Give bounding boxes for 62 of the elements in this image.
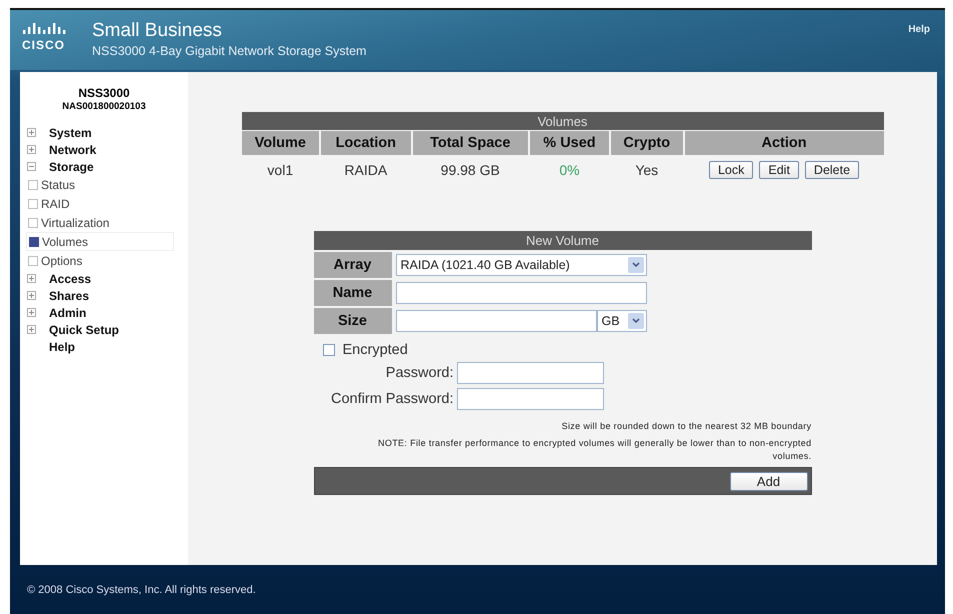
field-label: Confirm Password: xyxy=(330,391,454,407)
note-text: NOTE: File transfer performance to encrypted volumes will generally be lower than to non-encrypted volumes. xyxy=(377,437,812,463)
chevron-down-icon xyxy=(628,256,644,272)
nav-group[interactable]: Network xyxy=(49,142,96,156)
column-header: Total Space xyxy=(412,131,528,155)
expand-icon[interactable] xyxy=(27,145,36,154)
brand-title: Small Business xyxy=(92,20,223,42)
size-field[interactable] xyxy=(396,310,596,332)
nav-item[interactable]: RAID xyxy=(26,194,174,213)
device-name: NSS3000 xyxy=(77,86,131,100)
note-text: Size will be rounded down to the nearest 32 MB boundary xyxy=(560,420,812,433)
table-title: Volumes xyxy=(242,112,884,130)
nav-group[interactable]: Admin xyxy=(49,306,86,320)
field-label: Name xyxy=(314,280,392,306)
expand-icon[interactable] xyxy=(27,274,36,283)
expand-icon[interactable] xyxy=(27,308,36,317)
nav-group[interactable]: System xyxy=(49,126,92,140)
expand-icon[interactable] xyxy=(27,128,36,137)
column-header: % Used xyxy=(530,131,609,155)
expand-icon[interactable] xyxy=(27,325,36,334)
nav-group[interactable]: Storage xyxy=(49,160,94,174)
unit-select[interactable]: GB xyxy=(596,310,646,332)
array-select[interactable]: RAIDA (1021.40 GB Available) xyxy=(396,254,646,276)
table-cell-text: Yes xyxy=(634,161,660,180)
cisco-logo-text: CISCO xyxy=(22,38,66,52)
table-cell-text: vol1 xyxy=(266,161,294,180)
collapse-icon[interactable] xyxy=(27,162,36,171)
expand-icon[interactable] xyxy=(27,291,36,300)
column-header: Crypto xyxy=(610,131,683,155)
product-subtitle: NSS3000 4-Bay Gigabit Network Storage System xyxy=(92,44,366,58)
help-nav-link[interactable]: Help xyxy=(49,340,76,354)
nav-item[interactable]: Options xyxy=(26,251,174,270)
form-title: New Volume xyxy=(314,231,812,250)
field-label: Array xyxy=(314,252,392,278)
password-field[interactable] xyxy=(456,362,604,384)
device-serial: NAS001800020103 xyxy=(61,101,147,112)
action-button[interactable]: Lock xyxy=(708,161,754,179)
nav-group[interactable]: Shares xyxy=(49,288,90,302)
table-cell-text: RAIDA xyxy=(343,161,388,180)
action-button[interactable]: Edit xyxy=(759,161,799,179)
copyright-text: © 2008 Cisco Systems, Inc. All rights reserved. xyxy=(27,584,256,596)
field-label: Password: xyxy=(384,365,454,381)
nav-item[interactable]: Virtualization xyxy=(26,213,174,232)
field-label: Size xyxy=(314,308,392,334)
add-button[interactable]: Add xyxy=(730,472,808,490)
action-button[interactable]: Delete xyxy=(804,161,860,179)
column-header: Volume xyxy=(242,131,320,155)
table-cell-text: 0% xyxy=(558,161,581,180)
encrypted-checkbox[interactable] xyxy=(322,344,334,356)
nav-item[interactable]: Status xyxy=(26,175,174,194)
nav-item[interactable]: Volumes xyxy=(26,232,174,251)
nav-group[interactable]: Access xyxy=(49,272,92,286)
column-header: Action xyxy=(684,131,884,155)
help-link[interactable]: Help xyxy=(908,24,930,35)
table-cell-text: 99.98 GB xyxy=(440,161,501,180)
nav-group[interactable]: Quick Setup xyxy=(49,322,120,336)
checkbox-label: Encrypted xyxy=(342,342,408,358)
column-header: Location xyxy=(321,131,411,155)
cisco-bars-icon xyxy=(22,23,66,36)
confirm-password-field[interactable] xyxy=(456,388,604,410)
name-field[interactable] xyxy=(396,282,646,304)
chevron-down-icon xyxy=(628,312,644,328)
